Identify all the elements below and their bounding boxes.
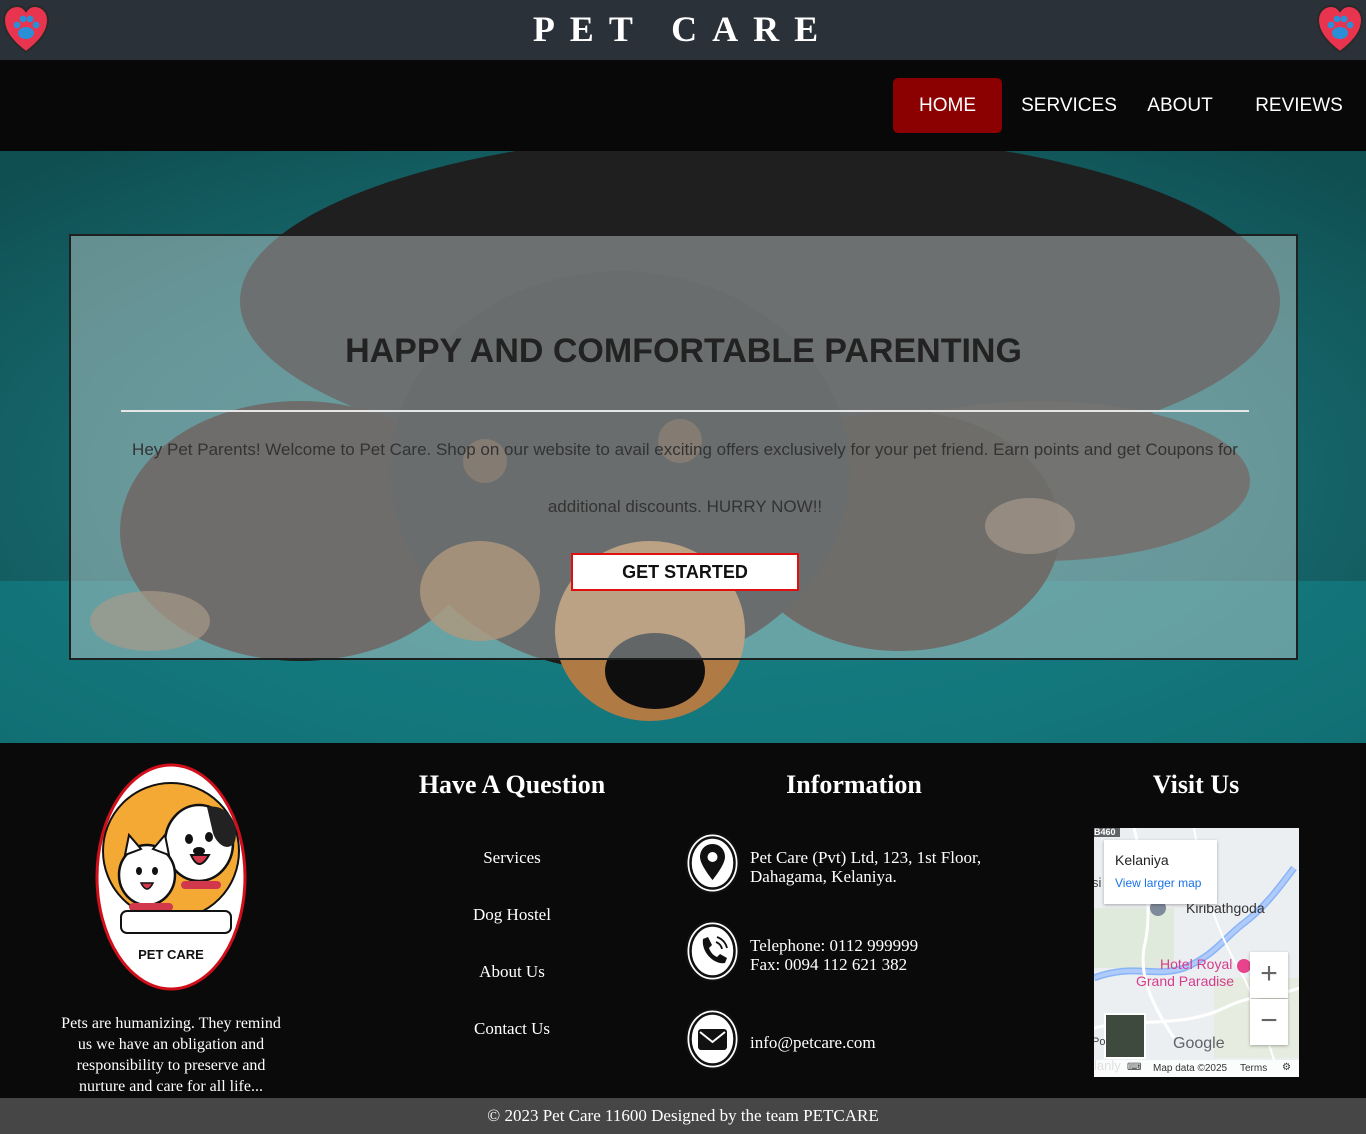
location-pin-icon — [685, 832, 740, 894]
view-larger-map-link[interactable]: View larger map — [1115, 876, 1201, 890]
address-line-2: Dahagama, Kelaniya. — [750, 867, 897, 886]
footer-link-about-us[interactable]: About Us — [412, 962, 612, 982]
map-settings-icon[interactable]: ⚙ — [1282, 1062, 1291, 1073]
information-title: Information — [786, 770, 922, 799]
map-label-hotel-line1: Hotel Royal — [1160, 956, 1233, 972]
keyboard-icon[interactable]: ⌨ — [1127, 1062, 1141, 1073]
footer-link-contact-us[interactable]: Contact Us — [412, 1019, 612, 1039]
map-zoom-in-button[interactable]: + — [1250, 952, 1288, 998]
map-data-text: Map data ©2025 — [1153, 1063, 1228, 1074]
embedded-map[interactable]: B460 si Kiribathgoda Hotel Royal Grand P… — [1094, 828, 1299, 1077]
email-icon — [685, 1008, 740, 1070]
site-brand: PET CARE — [532, 9, 834, 49]
hero-section: HAPPY AND COMFORTABLE PARENTING Hey Pet … — [0, 151, 1366, 743]
get-started-button[interactable]: GET STARTED — [571, 553, 799, 591]
address-line-1: Pet Care (Pvt) Ltd, 123, 1st Floor, — [750, 848, 982, 867]
copyright-bar: © 2023 Pet Care 11600 Designed by the te… — [0, 1098, 1366, 1134]
footer-link-services[interactable]: Services — [412, 848, 612, 868]
hero-text: Hey Pet Parents! Welcome to Pet Care. Sh… — [132, 440, 1238, 516]
map-zoom-out-button[interactable]: − — [1250, 999, 1288, 1045]
main-nav: HOME SERVICES ABOUT REVIEWS — [0, 60, 1366, 151]
hero-panel: HAPPY AND COMFORTABLE PARENTING Hey Pet … — [69, 234, 1298, 660]
nav-about[interactable]: ABOUT — [1136, 78, 1224, 133]
hero-title: HAPPY AND COMFORTABLE PARENTING — [345, 332, 1022, 370]
telephone-text: Telephone: 0112 999999 — [750, 936, 919, 955]
map-attribution-bar: ⌨ Map data ©2025 Terms ⚙ — [1094, 1060, 1299, 1077]
nav-reviews[interactable]: REVIEWS — [1250, 78, 1348, 133]
hero-divider — [121, 410, 1249, 412]
have-question-title: Have A Question — [418, 770, 606, 799]
map-label-po: Po — [1094, 1036, 1106, 1048]
nav-services[interactable]: SERVICES — [1016, 78, 1122, 133]
map-label-si: si — [1094, 875, 1102, 890]
fax-text: Fax: 0094 112 621 382 — [750, 955, 908, 974]
map-road-label: B460 — [1094, 828, 1116, 837]
email-text: info@petcare.com — [750, 1033, 876, 1052]
nav-home[interactable]: HOME — [893, 78, 1002, 133]
map-place-card: Kelaniya View larger map — [1104, 840, 1217, 904]
google-logo: Google — [1173, 1035, 1225, 1052]
footer: PET CARE Pets are humanizing. They remin… — [0, 743, 1366, 1098]
footer-about-text: Pets are humanizing. They remind us we h… — [61, 1015, 281, 1095]
map-place-name: Kelaniya — [1115, 852, 1169, 868]
map-terms-link[interactable]: Terms — [1240, 1063, 1267, 1074]
pet-care-logo: PET CARE — [95, 763, 247, 991]
paw-heart-icon — [1316, 4, 1364, 54]
footer-link-dog-hostel[interactable]: Dog Hostel — [412, 905, 612, 925]
phone-icon — [685, 920, 740, 982]
logo-text: PET CARE — [138, 947, 204, 962]
map-label-hotel-line2: Grand Paradise — [1136, 973, 1235, 989]
top-bar: PET CARE — [0, 0, 1366, 60]
visit-us-title: Visit Us — [1152, 770, 1240, 799]
